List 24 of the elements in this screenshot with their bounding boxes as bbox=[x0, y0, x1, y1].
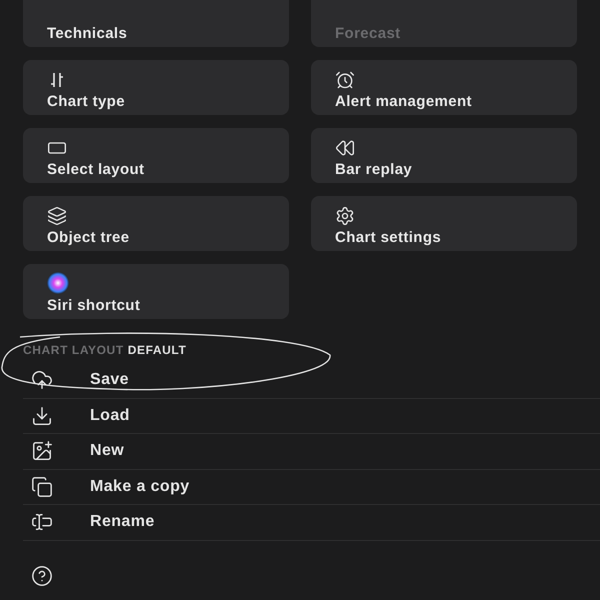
menu-tile[interactable]: Technicals bbox=[23, 0, 289, 47]
menu-tile[interactable]: Chart type bbox=[23, 60, 289, 115]
section-title: CHART LAYOUT bbox=[23, 342, 124, 359]
download-icon bbox=[31, 404, 53, 427]
layers-icon bbox=[47, 206, 67, 226]
menu-tile[interactable]: Select layout bbox=[23, 128, 289, 183]
menu-item[interactable]: Load bbox=[23, 398, 600, 434]
menu-tile[interactable]: Siri shortcut bbox=[23, 264, 289, 319]
menu-item[interactable]: Rename bbox=[23, 505, 600, 540]
copy-icon bbox=[31, 476, 53, 498]
menu-tile[interactable]: Object tree bbox=[23, 196, 289, 251]
rewind-icon bbox=[335, 138, 355, 158]
menu-item[interactable]: Make a copy bbox=[23, 470, 600, 505]
menu-item[interactable]: Save bbox=[23, 363, 600, 398]
help-icon bbox=[31, 565, 53, 588]
menu-tile[interactable]: Bar replay bbox=[311, 128, 577, 183]
cloud-upload-icon bbox=[31, 369, 53, 392]
menu-tile[interactable]: Chart settings bbox=[311, 196, 577, 251]
menu-item[interactable]: New bbox=[23, 434, 600, 470]
siri-orb-icon bbox=[47, 272, 69, 294]
layout-name: DEFAULT bbox=[128, 342, 186, 359]
settings-icon bbox=[335, 206, 355, 226]
menu-tile[interactable]: Alert management bbox=[311, 60, 577, 115]
alarm-clock-icon bbox=[335, 70, 355, 90]
